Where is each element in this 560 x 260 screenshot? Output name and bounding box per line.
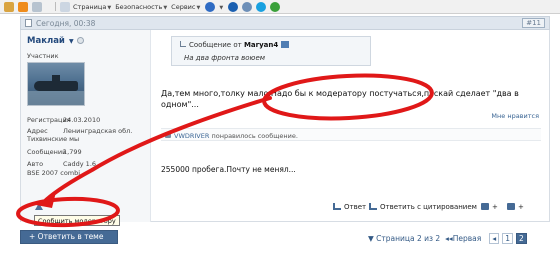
user-rank: Участник	[27, 52, 59, 60]
username-link[interactable]: Маклай ▼	[27, 36, 74, 46]
post-number-link[interactable]: #11	[522, 18, 545, 28]
rss-icon[interactable]	[18, 1, 28, 12]
likes-summary: VWDRIVER понравилось сообщение.	[161, 128, 541, 141]
post-icon	[25, 19, 32, 27]
user-messages: Сообщений1,799	[27, 148, 82, 156]
user-info-panel: Маклай ▼ Участник Регистрация24.03.2010 …	[21, 30, 151, 222]
page-1-link[interactable]: 1	[502, 233, 514, 244]
help-dropdown[interactable]: ▼	[218, 3, 223, 11]
quote-text: На два фронта воюем	[184, 54, 266, 62]
user-address: Адрес Ленинградская обл.	[27, 127, 133, 135]
pagination: ▼ Страница 2 из 2 ◂◂Первая ◂ 1 2	[368, 233, 527, 244]
quote-icon	[180, 41, 186, 47]
post-header: Сегодня, 00:38 #11	[20, 16, 550, 30]
quick-reply-button[interactable]: +	[507, 203, 524, 211]
menu-security[interactable]: Безопасность▼	[115, 3, 167, 11]
reply-button[interactable]: Ответ	[333, 203, 366, 211]
liker-link[interactable]: VWDRIVER	[174, 132, 209, 140]
post: Маклай ▼ Участник Регистрация24.03.2010 …	[20, 30, 550, 222]
page-info-dropdown[interactable]: ▼ Страница 2 из 2	[368, 234, 440, 243]
report-warning-icon[interactable]	[35, 203, 43, 210]
help-icon[interactable]	[205, 1, 216, 12]
quote-block: Сообщение от Maryan4 На два фронта воюем	[171, 36, 371, 66]
reply-arrow-icon	[333, 203, 341, 210]
signature: 255000 пробега.Почту не менял...	[161, 165, 296, 174]
menu-page[interactable]: Страница▼	[73, 3, 111, 11]
avatar[interactable]	[27, 62, 85, 106]
user-address-line2: Тихвинские мы	[27, 135, 80, 143]
home-icon[interactable]	[4, 1, 14, 12]
quote-reply-icon	[369, 203, 377, 210]
view-post-arrow-icon[interactable]	[281, 41, 290, 48]
phone-icon[interactable]	[270, 1, 281, 12]
reply-to-topic-button[interactable]: + Ответить в теме	[20, 230, 118, 244]
quote-header: Сообщение от Maryan4	[180, 41, 290, 49]
toolbar-divider	[55, 2, 56, 11]
hp-icon[interactable]	[228, 1, 239, 12]
page-2-current: 2	[516, 233, 527, 244]
multi-quote-button[interactable]: +	[481, 203, 498, 211]
print-dropdown-icon[interactable]	[46, 2, 51, 12]
quickreply-icon	[507, 203, 515, 210]
settings-icon[interactable]	[242, 1, 253, 12]
skype-icon[interactable]	[256, 1, 267, 12]
user-menu-chevron-icon[interactable]: ▼	[67, 38, 74, 45]
page-icon	[60, 1, 70, 12]
user-registration: Регистрация24.03.2010	[27, 116, 101, 124]
quote-author: Maryan4	[243, 41, 279, 49]
prev-page-button[interactable]: ◂	[489, 233, 500, 244]
post-date: Сегодня, 00:38	[36, 18, 96, 28]
online-status-icon	[77, 37, 84, 44]
like-link[interactable]: Мне нравится	[491, 112, 539, 120]
multiquote-icon	[481, 203, 489, 210]
reply-with-quote-button[interactable]: Ответить с цитированием	[369, 203, 477, 211]
like-icon	[165, 132, 171, 138]
message-text: Да,тем много,толку мало.Надо бы к модера…	[161, 89, 519, 109]
user-auto-line2: BSE 2007 combi	[27, 169, 81, 177]
avatar-submarine	[34, 81, 78, 91]
first-page-link[interactable]: ◂◂Первая	[445, 234, 481, 243]
avatar-sea	[28, 91, 84, 105]
print-icon[interactable]	[32, 1, 42, 12]
menu-tools[interactable]: Сервис▼	[171, 3, 200, 11]
browser-toolbar: Страница▼ Безопасность▼ Сервис▼ ▼	[0, 0, 560, 14]
report-tooltip: Сообщить модератору	[34, 215, 120, 226]
user-auto: Авто Caddy 1.6	[27, 160, 97, 168]
